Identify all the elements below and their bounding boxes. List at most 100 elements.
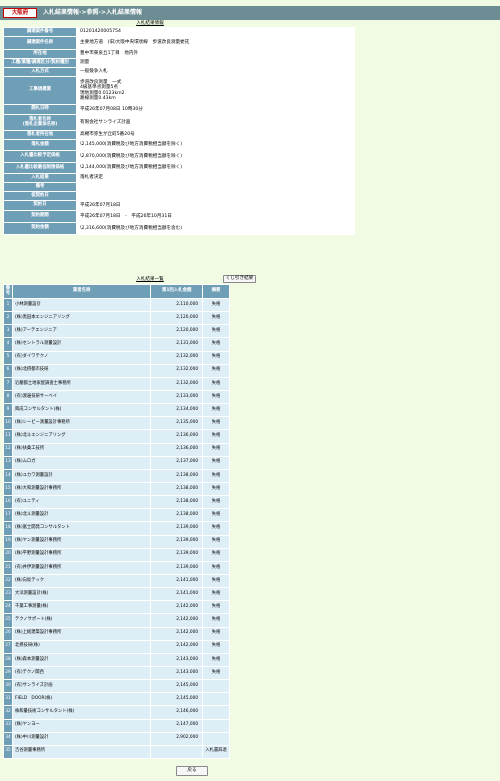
info-row: 落札者所在地 高槻市弥生が丘町5番20号 (3, 130, 355, 140)
row-number: 27 (3, 639, 13, 654)
bid-amount: 2,139,000 (150, 521, 204, 536)
info-label: 契約期間 (3, 210, 77, 223)
row-number: 26 (3, 626, 13, 641)
row-number: 24 (3, 600, 13, 615)
company-name: (株)森本測量設計 (11, 652, 152, 667)
back-button[interactable]: 戻る (176, 766, 208, 776)
table-row: 16 (有)ユニティ 2,138,000 失格 (3, 495, 230, 510)
row-number: 15 (3, 481, 13, 497)
info-row: 調達案件番号 01201420005754 (3, 27, 355, 37)
company-name: 北摂技研(株) (11, 639, 152, 654)
bid-remark: 失格 (202, 416, 230, 431)
info-value: 豊中市東泉丘1丁目 地内外 (76, 49, 355, 59)
bid-amount: 2,110,000 (150, 297, 204, 313)
info-value: \2,870,000(消費税及び地方消費税相当額を除く) (76, 150, 355, 163)
table-row: 11 (株)北斗エンジニアリング 2,136,000 失格 (3, 429, 230, 444)
bid-amount: 2,143,000 (150, 665, 204, 681)
bid-amount: 2,139,000 (150, 560, 204, 575)
bid-amount: 2,902,000 (150, 731, 204, 746)
bid-amount: 2,138,000 (150, 481, 204, 497)
company-name: (有)ダイワテクノ (11, 350, 152, 365)
row-number: 13 (3, 455, 13, 470)
bid-amount: 2,143,000 (150, 652, 204, 667)
bid-remark: 失格 (202, 639, 230, 654)
bid-remark: 失格 (202, 652, 230, 667)
company-name: 小林測量設計 (11, 297, 152, 313)
company-name: テクノサポート(株) (11, 613, 152, 628)
info-label: 入札方式 (3, 67, 77, 77)
bid-remark: 失格 (202, 547, 230, 562)
bid-amount: 2,136,000 (150, 429, 204, 444)
company-name: (株)ヤン測量設計事務所 (11, 534, 152, 549)
table-row: 2 (株)黒田本エンジニアリング 2,120,000 失格 (3, 311, 230, 326)
info-label: 工事規模業 (3, 76, 77, 105)
info-row: 仮契約日 (3, 191, 355, 201)
table-row: 26 (株)上総建築設計事務所 2,142,000 失格 (3, 626, 230, 641)
company-name: (株)向坂テック (11, 573, 152, 589)
company-name: (株)扶桑工技所 (11, 442, 152, 457)
table-row: 32 株和量技術コンサルタント(株) 2,146,000 (3, 705, 230, 720)
company-name: (有)井伊測量設計事務所 (11, 560, 152, 575)
info-value: \2,316,600(消費税及び地方消費税相当額を含む) (76, 222, 355, 235)
row-number: 35 (3, 744, 13, 759)
bid-amount: 2,132,000 (150, 350, 204, 365)
bid-amount: 2,131,000 (150, 337, 204, 352)
bid-remark: 失格 (202, 534, 230, 549)
company-name: (有)サンライズ計画 (11, 679, 152, 694)
column-header-number: 番号 (3, 284, 13, 299)
lottery-result-button[interactable]: くじ引き結果 (223, 275, 256, 283)
company-name: 興成コンサルタント(株) (11, 403, 152, 418)
row-number: 20 (3, 547, 13, 562)
table-row: 18 (株)富士開発コンサルタント 2,139,000 失格 (3, 521, 230, 536)
bid-remark: 失格 (202, 297, 230, 313)
info-row: 工事規模業 歩道改良測量 一式 4級基準点測量5点 現地測量0.0123km2 路… (3, 76, 355, 105)
bid-amount: 2,147,000 (150, 718, 204, 733)
row-number: 34 (3, 731, 13, 746)
table-row: 27 北摂技研(株) 2,142,000 失格 (3, 639, 230, 654)
header-bar: 大阪府 入札結果情報->参照->入札結果情報 (0, 6, 500, 20)
info-value: 一般競争入札 (76, 67, 355, 77)
bid-remark: 失格 (202, 587, 230, 602)
company-name: (株)大和測量設計事務所 (11, 481, 152, 497)
bid-remark: 失格 (202, 455, 230, 470)
company-name: FIELD DOOR(株) (11, 692, 152, 707)
table-row: 1 小林測量設計 2,110,000 失格 (3, 297, 230, 313)
bid-amount: 2,142,000 (150, 626, 204, 641)
table-row: 12 (株)扶桑工技所 2,136,000 失格 (3, 442, 230, 457)
row-number: 3 (3, 324, 13, 339)
info-value: 平成26年07月18日 - 平成26年10月31日 (76, 210, 355, 223)
info-value (76, 191, 355, 201)
company-name: (株)ユカワ測量設計 (11, 468, 152, 483)
company-name: 大洋測量設計(株) (11, 587, 152, 602)
bid-remark: 失格 (202, 350, 230, 365)
info-label: 落札者名称 (落札企業体名称) (3, 114, 77, 131)
bid-amount: 2,120,000 (150, 324, 204, 339)
company-name: (株)北斗エンジニアリング (11, 429, 152, 444)
company-name: (株)セントラル測量設計 (11, 337, 152, 352)
row-number: 2 (3, 311, 13, 326)
row-number: 10 (3, 416, 13, 431)
bid-remark: 失格 (202, 389, 230, 405)
company-name: (有)渡邊技研サーベイ (11, 389, 152, 405)
table-row: 30 (有)サンライズ計画 2,145,000 (3, 679, 230, 694)
table-row: 4 (株)セントラル測量設計 2,131,000 失格 (3, 337, 230, 352)
row-number: 32 (3, 705, 13, 720)
info-row: 調達案件名称 主要地方道 (旧)大阪中央環状線 歩道改良測量委託 (3, 36, 355, 50)
bid-amount: 2,145,000 (150, 679, 204, 694)
bid-remark: 失格 (202, 376, 230, 391)
row-number: 7 (3, 376, 13, 391)
info-label: 落札者所在地 (3, 130, 77, 140)
company-name: (有)ユニティ (11, 495, 152, 510)
info-value (76, 182, 355, 192)
table-row: 25 テクノサポート(株) 2,142,000 失格 (3, 613, 230, 628)
company-name: (株)北斗測量設計 (11, 508, 152, 523)
bid-remark: 失格 (202, 403, 230, 418)
row-number: 4 (3, 337, 13, 352)
row-number: 33 (3, 718, 13, 733)
bid-amount: 2,132,000 (150, 363, 204, 378)
info-value: 測量 (76, 58, 355, 68)
info-row: 工種/業種/調達区分/契約種別 測量 (3, 58, 355, 68)
info-value: \2,145,000(消費税及び地方消費税相当額を除く) (76, 139, 355, 151)
table-row: 19 (株)ヤン測量設計事務所 2,139,000 失格 (3, 534, 230, 549)
info-row: 契約日 平成26年07月18日 (3, 200, 355, 211)
